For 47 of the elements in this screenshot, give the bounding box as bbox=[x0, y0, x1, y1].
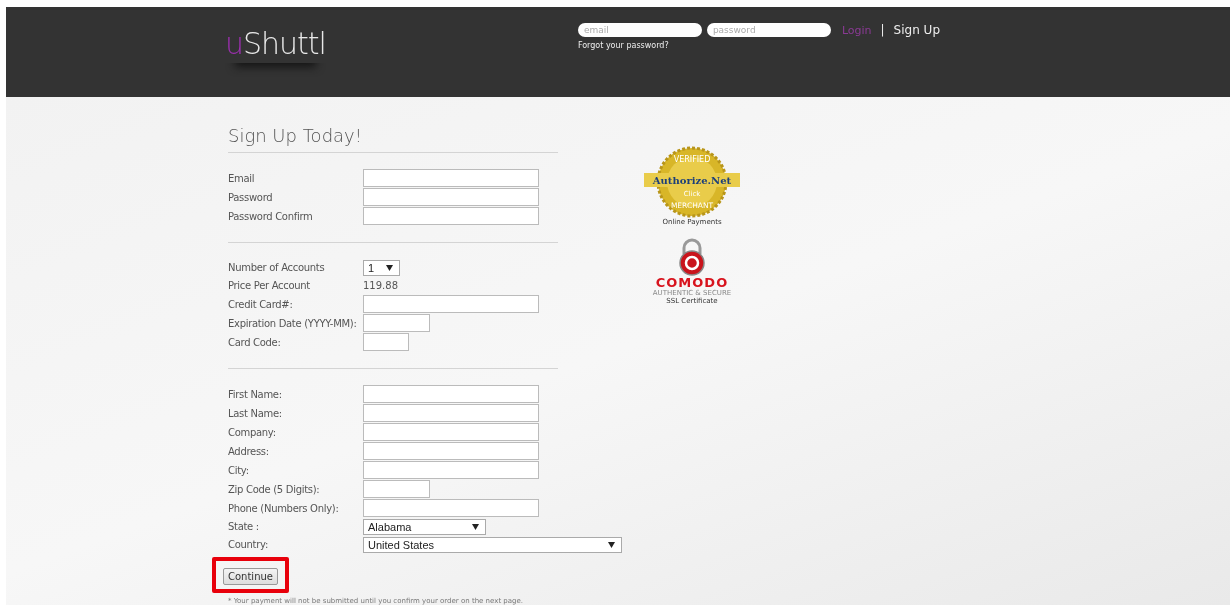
field-label: Expiration Date (YYYY-MM): bbox=[228, 317, 358, 329]
input-field[interactable] bbox=[363, 461, 539, 479]
sign-up-link[interactable]: Sign Up bbox=[893, 23, 940, 37]
field-label: Password Confirm bbox=[228, 210, 314, 222]
input-field[interactable] bbox=[363, 169, 539, 187]
password-field[interactable]: password bbox=[706, 23, 831, 37]
field-label: Credit Card#: bbox=[228, 298, 294, 310]
input-field[interactable] bbox=[363, 207, 539, 225]
field-label: Password bbox=[228, 191, 274, 203]
field-label: Price Per Account bbox=[228, 280, 311, 291]
price-value: 119.88 bbox=[363, 280, 399, 291]
field-label: Country: bbox=[228, 539, 269, 550]
input-field[interactable] bbox=[363, 499, 539, 517]
field-label: Company: bbox=[228, 426, 277, 438]
dropdown-arrow-icon bbox=[386, 264, 393, 271]
input-field[interactable] bbox=[363, 188, 539, 206]
padlock-icon bbox=[678, 238, 706, 276]
input-field[interactable] bbox=[363, 314, 430, 332]
input-field[interactable] bbox=[363, 442, 539, 460]
field-label: Last Name: bbox=[228, 407, 283, 419]
input-field[interactable] bbox=[363, 295, 539, 313]
separator: | bbox=[880, 23, 885, 37]
field-label: City: bbox=[228, 464, 250, 476]
continue-button[interactable]: Continue bbox=[223, 568, 278, 585]
field-label: Number of Accounts bbox=[228, 262, 326, 273]
field-label: Address: bbox=[228, 445, 270, 457]
dropdown-arrow-icon bbox=[472, 523, 479, 530]
page-title: Sign Up Today! bbox=[228, 125, 558, 153]
comodo-logo: COMODO bbox=[655, 276, 729, 289]
input-field[interactable] bbox=[363, 480, 430, 498]
input-field[interactable] bbox=[363, 385, 539, 403]
field-label: Phone (Numbers Only): bbox=[228, 502, 340, 514]
select-field[interactable]: 1 bbox=[363, 259, 400, 276]
email-field[interactable]: email bbox=[577, 23, 702, 37]
select-field[interactable]: United States bbox=[363, 536, 622, 553]
field-label: First Name: bbox=[228, 388, 283, 400]
select-field[interactable]: Alabama bbox=[363, 518, 486, 535]
dropdown-arrow-icon bbox=[608, 541, 615, 548]
input-field[interactable] bbox=[363, 423, 539, 441]
field-label: Zip Code (5 Digits): bbox=[228, 483, 321, 495]
input-field[interactable] bbox=[363, 333, 409, 351]
logo: uShuttl bbox=[225, 25, 326, 63]
field-label: Card Code: bbox=[228, 336, 282, 348]
input-field[interactable] bbox=[363, 404, 539, 422]
field-label: State : bbox=[228, 521, 260, 532]
forgot-password-link[interactable]: Forgot your password? bbox=[577, 41, 940, 50]
field-label: Email bbox=[228, 172, 256, 184]
